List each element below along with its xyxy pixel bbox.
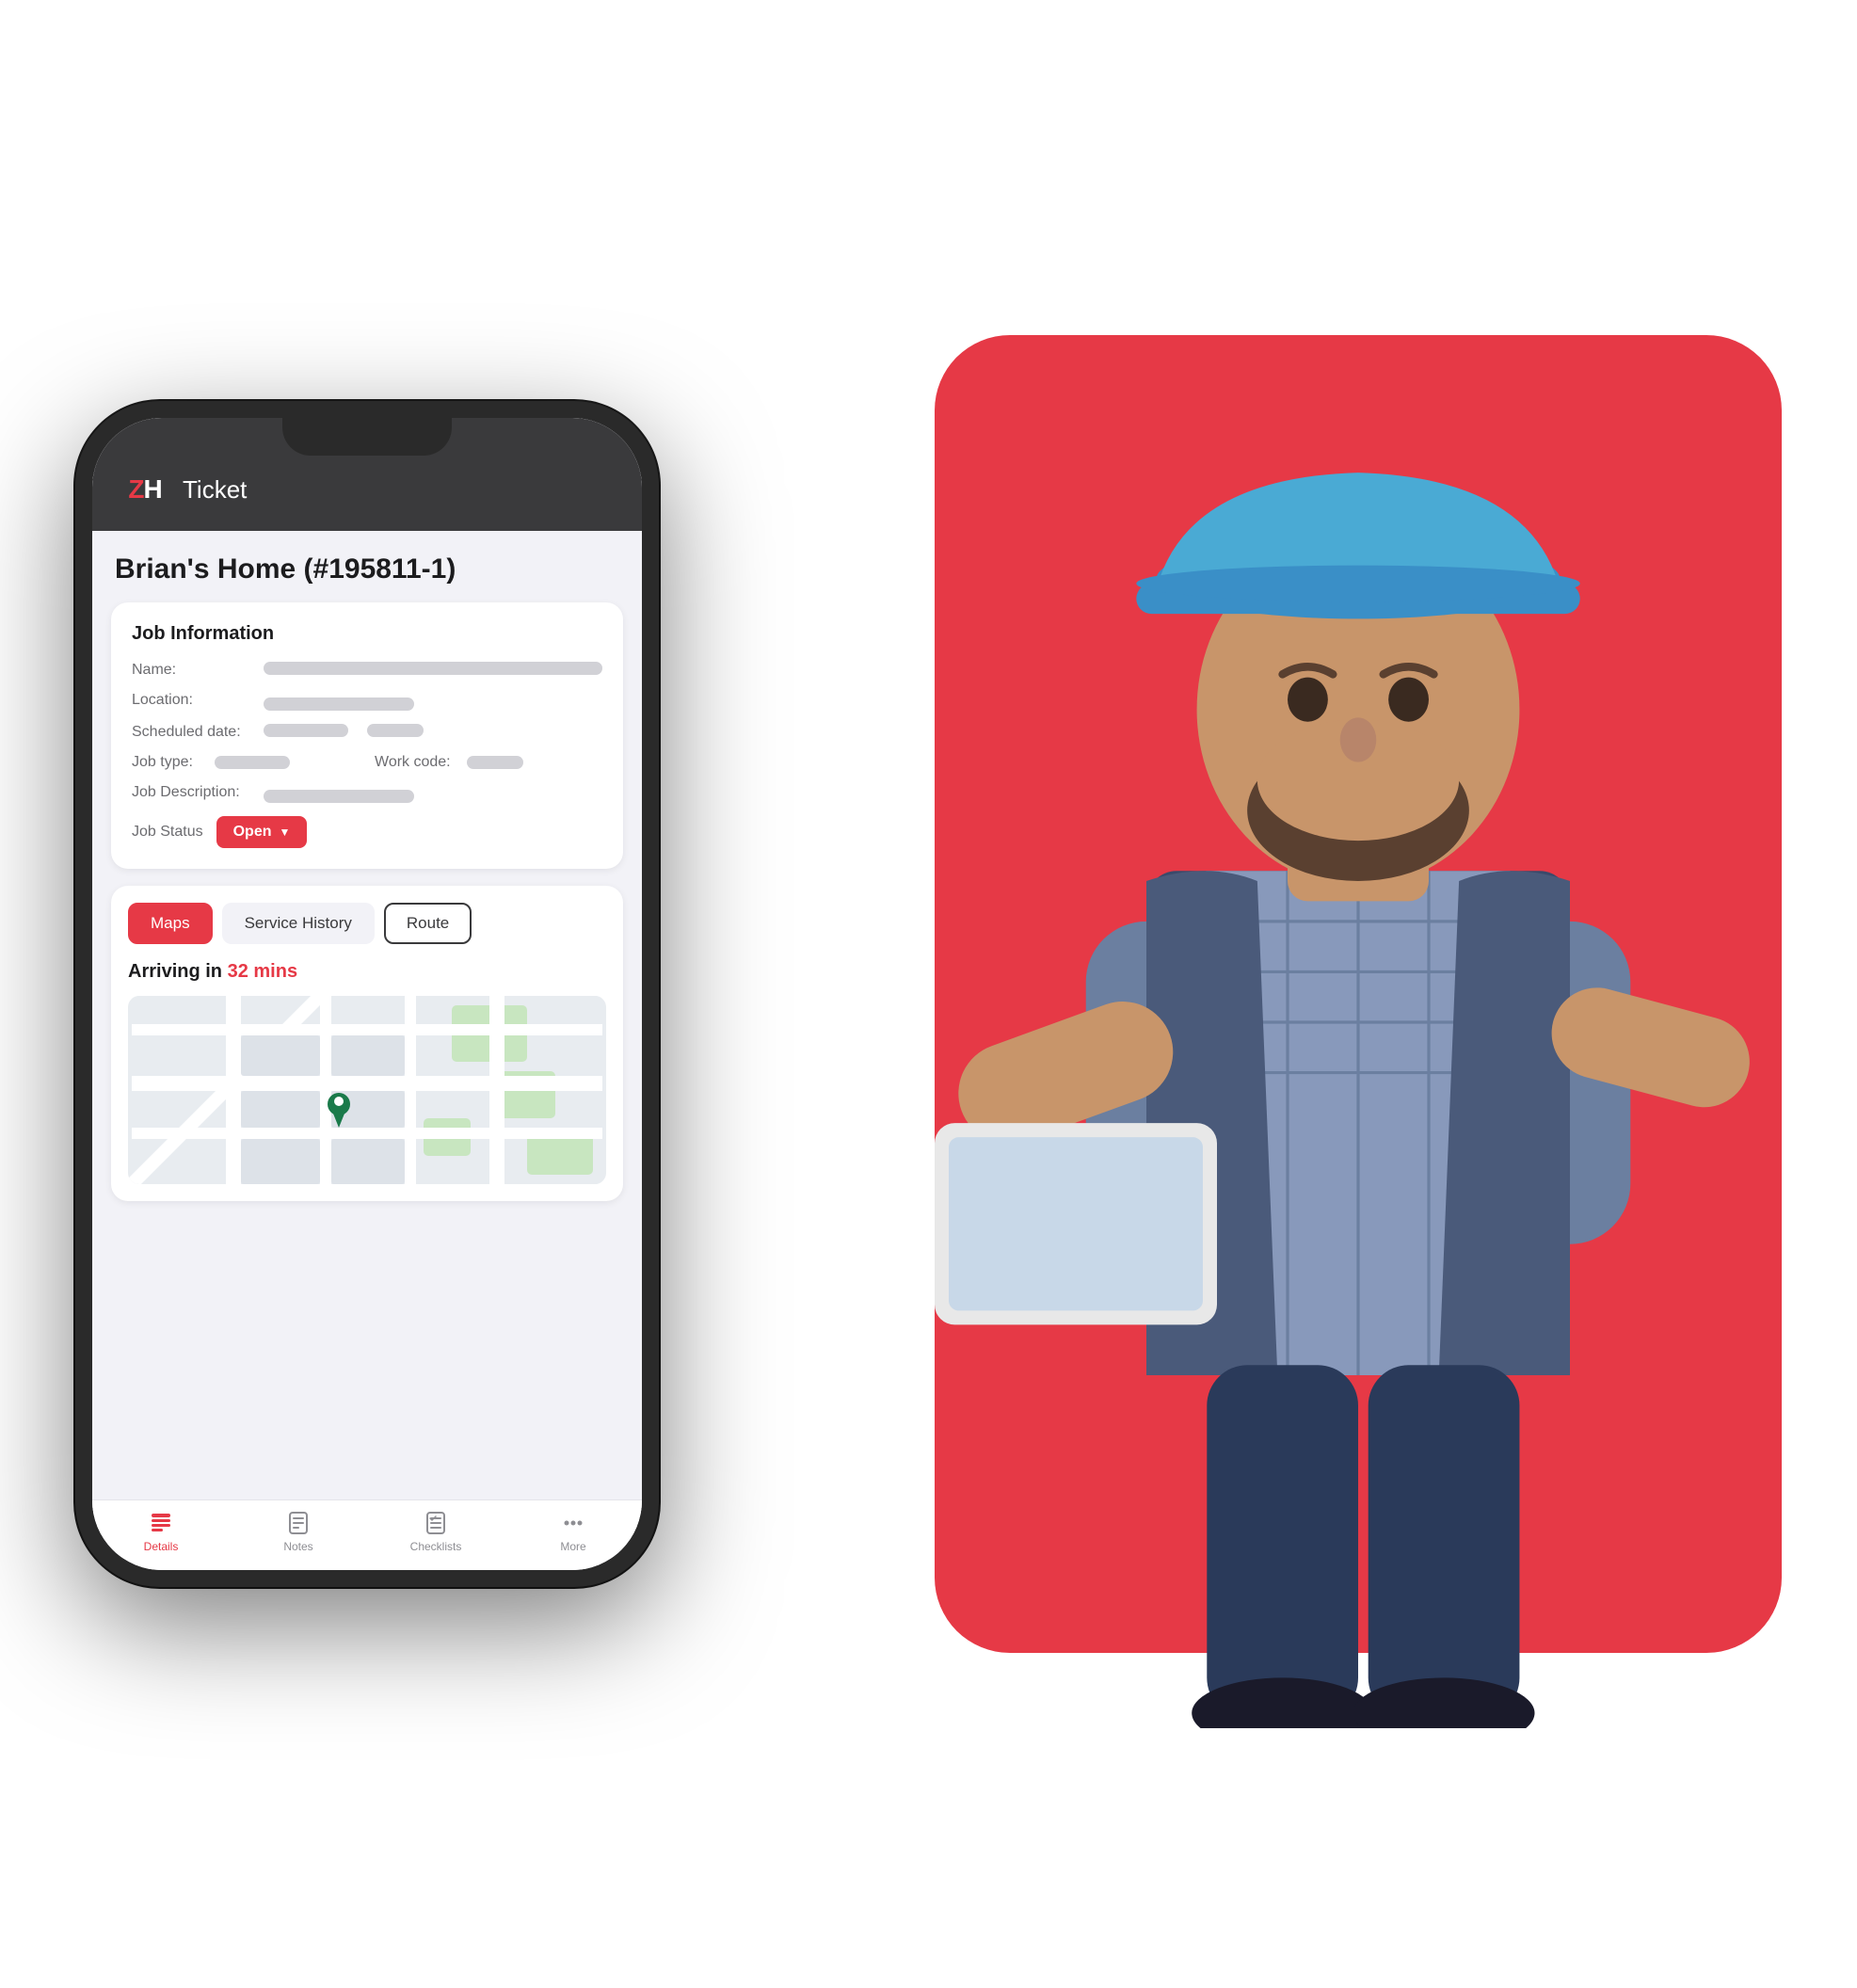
nav-item-notes[interactable]: Notes xyxy=(230,1510,367,1553)
work-code-bar xyxy=(467,756,523,769)
status-label: Job Status xyxy=(132,824,203,841)
scheduled-date-bar-1 xyxy=(264,724,348,737)
job-type-bar xyxy=(215,756,290,769)
work-code-label: Work code: xyxy=(375,754,459,771)
tab-buttons: Maps Service History Route xyxy=(128,903,606,944)
zh-logo: ZH xyxy=(120,465,169,514)
scheduled-date-row: Scheduled date: xyxy=(132,724,602,741)
nav-item-checklists[interactable]: Checklists xyxy=(367,1510,504,1553)
status-value: Open xyxy=(233,824,272,841)
job-title: Brian's Home (#195811-1) xyxy=(111,553,623,585)
nav-item-more[interactable]: More xyxy=(504,1510,642,1553)
location-bar-2 xyxy=(264,697,414,711)
logo-text: ZH xyxy=(128,474,161,505)
job-type-label: Job type: xyxy=(132,754,207,771)
nav-details-label: Details xyxy=(144,1540,179,1553)
nav-more-label: More xyxy=(560,1540,585,1553)
route-tab-button[interactable]: Route xyxy=(384,903,472,944)
status-button[interactable]: Open ▼ xyxy=(216,816,308,848)
maps-tab-button[interactable]: Maps xyxy=(128,903,213,944)
arrival-time: 32 mins xyxy=(228,961,297,982)
phone-wrapper: ZH Ticket Brian's Home (#195811-1) Job I… xyxy=(75,401,659,1587)
scheduled-date-label: Scheduled date: xyxy=(132,724,254,741)
job-desc-row: Job Description: xyxy=(132,784,602,803)
notch xyxy=(282,418,452,456)
location-values xyxy=(264,692,602,711)
screen-body: Brian's Home (#195811-1) Job Information… xyxy=(92,531,642,1499)
name-row: Name: xyxy=(132,662,602,679)
checklists-icon xyxy=(423,1510,449,1536)
job-info-card: Job Information Name: Location: xyxy=(111,602,623,869)
job-type-work-code-row: Job type: Work code: xyxy=(132,754,602,771)
nav-notes-label: Notes xyxy=(283,1540,312,1553)
job-type-field: Job type: xyxy=(132,754,360,771)
nav-checklists-label: Checklists xyxy=(410,1540,462,1553)
worker-area xyxy=(888,316,1829,1728)
logo-accent: Z xyxy=(128,474,143,504)
arrival-prefix: Arriving in xyxy=(128,961,228,982)
phone-screen: ZH Ticket Brian's Home (#195811-1) Job I… xyxy=(92,418,642,1570)
work-code-field: Work code: xyxy=(375,754,602,771)
job-info-card-title: Job Information xyxy=(132,623,602,645)
nav-item-details[interactable]: Details xyxy=(92,1510,230,1553)
arrival-text: Arriving in 32 mins xyxy=(128,961,606,983)
maps-tab-card: Maps Service History Route Arriving in 3… xyxy=(111,886,623,1201)
scheduled-date-bar-2 xyxy=(367,724,424,737)
name-label: Name: xyxy=(132,662,254,679)
chevron-down-icon: ▼ xyxy=(280,826,291,839)
notes-icon xyxy=(285,1510,312,1536)
phone-frame: ZH Ticket Brian's Home (#195811-1) Job I… xyxy=(75,401,659,1587)
bottom-nav: Details Notes xyxy=(92,1499,642,1570)
details-icon xyxy=(148,1510,174,1536)
scene: ZH Ticket Brian's Home (#195811-1) Job I… xyxy=(0,0,1857,1988)
job-desc-label: Job Description: xyxy=(132,784,254,801)
job-desc-values xyxy=(264,784,602,803)
screen-content: ZH Ticket Brian's Home (#195811-1) Job I… xyxy=(92,418,642,1570)
status-section: Job Status Open ▼ xyxy=(132,816,602,848)
name-value-bar xyxy=(264,662,602,675)
service-history-tab-button[interactable]: Service History xyxy=(222,903,375,944)
more-icon xyxy=(560,1510,586,1536)
map-area xyxy=(128,996,606,1184)
location-label: Location: xyxy=(132,692,254,709)
app-title: Ticket xyxy=(183,475,247,505)
job-desc-bar-2 xyxy=(264,790,414,803)
location-row: Location: xyxy=(132,692,602,711)
